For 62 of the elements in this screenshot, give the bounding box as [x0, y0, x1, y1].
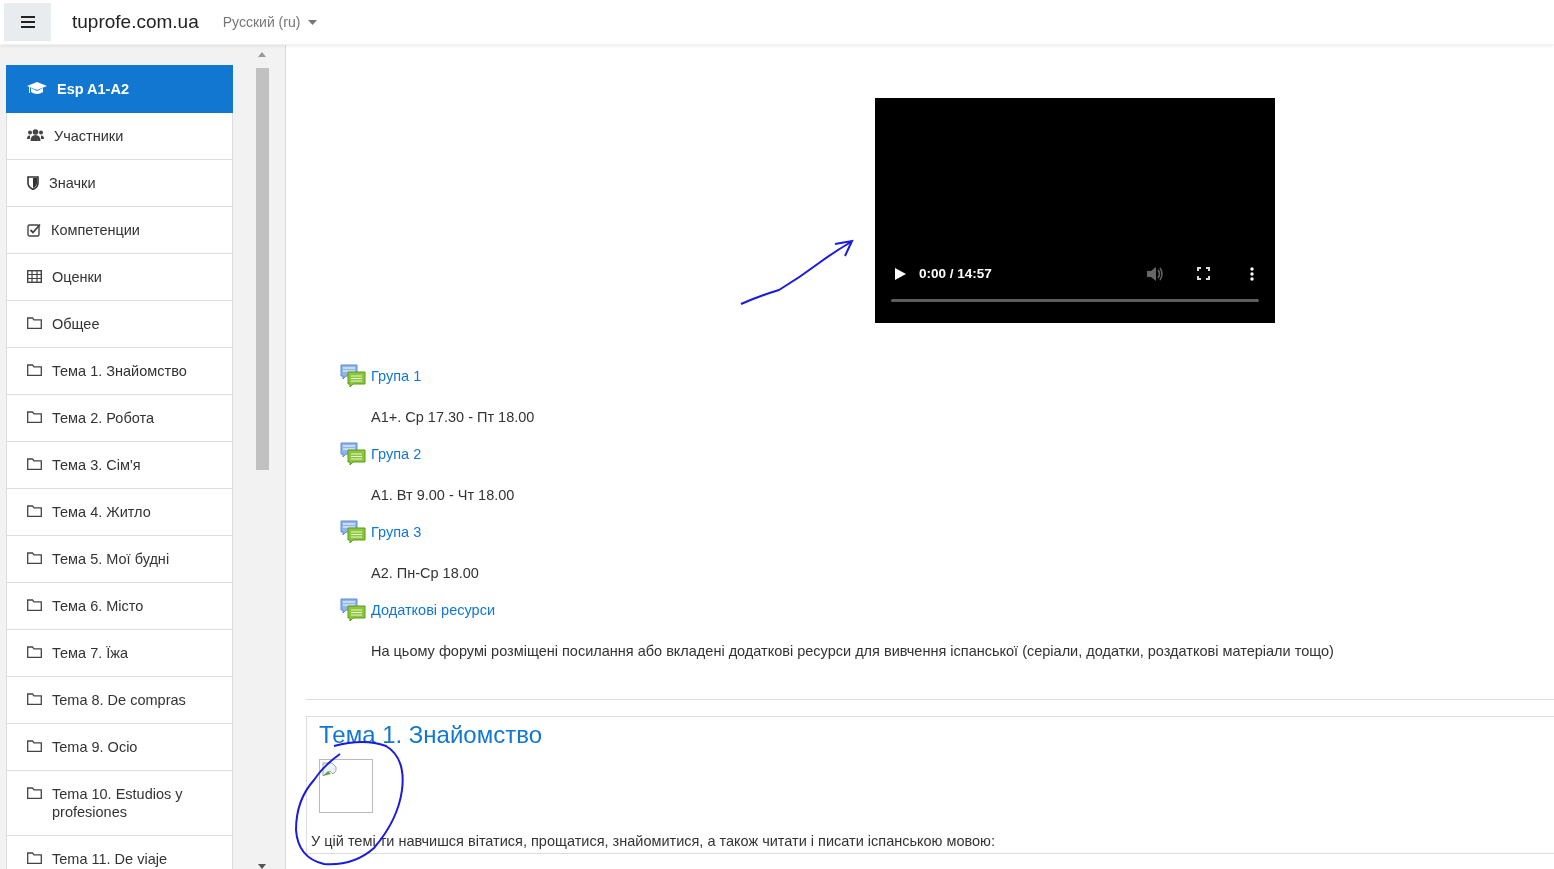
forum-link[interactable]: Додаткові ресурси [371, 602, 495, 618]
sidebar-item[interactable]: Участники [6, 113, 233, 160]
sidebar-item[interactable]: Тема 1. Знайомство [6, 348, 233, 395]
forum-link[interactable]: Група 1 [371, 368, 422, 384]
forum-description: A1. Вт 9.00 - Чт 18.00 [371, 487, 516, 503]
menu-icon [20, 16, 35, 28]
checkbox-icon [27, 223, 41, 237]
sidebar-item[interactable]: Компетенции [6, 207, 233, 254]
forum-icon [340, 520, 366, 544]
menu-button[interactable] [4, 3, 51, 41]
volume-icon[interactable] [1147, 266, 1164, 281]
shield-icon [27, 176, 39, 190]
forum-icon [340, 442, 366, 466]
table-icon [27, 270, 42, 283]
section-summary: У цій темі ти навчишся вітатися, прощатися, знайомитися, а також читати і писати іспанською мовою: [311, 833, 997, 849]
folder-icon [27, 411, 42, 423]
sidebar-item[interactable]: Тема 4. Житло [6, 489, 233, 536]
forum-icon [340, 364, 366, 388]
folder-icon [27, 787, 42, 799]
forum-description: На цьому форумі розміщені посилання або вкладені додаткові ресурси для вивчення іспанської (серіали, додатки, роздаткові матеріали тощо) [371, 643, 1335, 659]
section-title: Тема 1. Знайомство [319, 721, 544, 749]
scrollbar[interactable] [255, 50, 270, 869]
sidebar-item[interactable]: Tema 11. De viaje [6, 836, 233, 869]
play-icon[interactable] [895, 267, 906, 280]
scroll-down-icon[interactable] [258, 864, 266, 869]
fullscreen-icon[interactable] [1197, 267, 1210, 280]
sidebar-item[interactable]: Tema 9. Ocio [6, 724, 233, 771]
folder-icon [27, 505, 42, 517]
forum-link[interactable]: Група 3 [371, 524, 422, 540]
more-options-icon[interactable] [1250, 266, 1254, 281]
folder-icon [27, 364, 42, 376]
folder-icon [27, 458, 42, 470]
sidebar-item[interactable]: Оценки [6, 254, 233, 301]
sidebar-item[interactable]: Тема 5. Мої будні [6, 536, 233, 583]
sidebar-item[interactable]: Тема 7. Їжа [6, 630, 233, 677]
video-time: 0:00 / 14:57 [919, 266, 992, 281]
folder-icon [27, 317, 42, 329]
sidebar-item[interactable]: Tema 8. De compras [6, 677, 233, 724]
folder-icon [27, 852, 42, 864]
forum-description: A1+. Ср 17.30 - Пт 18.00 [371, 409, 536, 425]
folder-icon [27, 646, 42, 658]
folder-icon [27, 552, 42, 564]
graduation-cap-icon [27, 82, 47, 96]
site-name-link[interactable]: tuprofe.com.ua [72, 11, 199, 33]
sidebar-item[interactable]: Значки [6, 160, 233, 207]
sidebar-item[interactable]: Esp A1-A2 [6, 65, 233, 113]
forum-description: A2. Пн-Ср 18.00 [371, 565, 480, 581]
sidebar-item[interactable]: Тема 2. Робота [6, 395, 233, 442]
language-dropdown[interactable]: Русский (ru) [222, 14, 318, 30]
sidebar-item[interactable]: Тема 3. Сім'я [6, 442, 233, 489]
sidebar-item[interactable]: Общее [6, 301, 233, 348]
folder-icon [27, 693, 42, 705]
folder-icon [27, 599, 42, 611]
sidebar-item[interactable]: Tema 10. Estudios y profesiones [6, 771, 233, 836]
forum-icon [340, 598, 366, 622]
broken-image-icon [322, 762, 338, 778]
folder-icon [27, 740, 42, 752]
users-icon [27, 129, 44, 141]
scroll-up-icon[interactable] [258, 52, 266, 57]
caret-icon [308, 19, 318, 25]
forum-link[interactable]: Група 2 [371, 446, 422, 462]
sidebar-item[interactable]: Тема 6. Місто [6, 583, 233, 630]
